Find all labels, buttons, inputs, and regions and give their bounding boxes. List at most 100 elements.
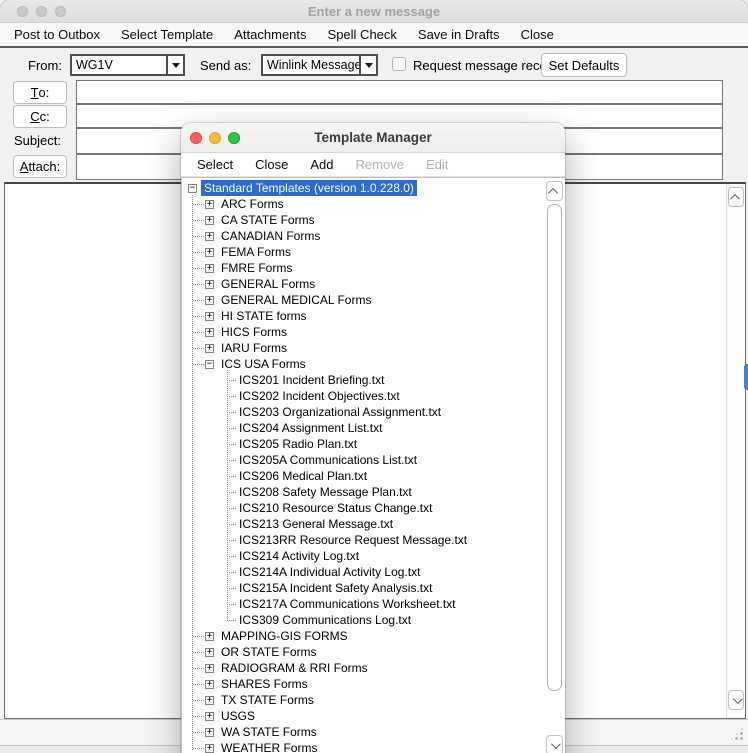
- expand-icon[interactable]: +: [205, 328, 214, 337]
- tree-item-label[interactable]: CA STATE Forms: [218, 212, 318, 228]
- tree-item-label[interactable]: ICS213 General Message.txt: [236, 516, 396, 532]
- tree-item-label[interactable]: ICS217A Communications Worksheet.txt: [236, 596, 459, 612]
- expand-icon[interactable]: +: [205, 216, 214, 225]
- tree-item-label[interactable]: ICS215A Incident Safety Analysis.txt: [236, 580, 435, 596]
- tree-item[interactable]: + OR STATE Forms: [183, 644, 544, 660]
- dialog-menu-item-select[interactable]: Select: [194, 156, 236, 173]
- tree-item[interactable]: ICS201 Incident Briefing.txt: [183, 372, 544, 388]
- tree-item[interactable]: ICS215A Incident Safety Analysis.txt: [183, 580, 544, 596]
- message-scrollbar[interactable]: [726, 184, 745, 718]
- tree-item-label[interactable]: ICS204 Assignment List.txt: [236, 420, 385, 436]
- expand-icon[interactable]: +: [205, 696, 214, 705]
- tree-item-label[interactable]: ICS208 Safety Message Plan.txt: [236, 484, 415, 500]
- tree-item[interactable]: + HI STATE forms: [183, 308, 544, 324]
- expand-icon[interactable]: +: [205, 232, 214, 241]
- expand-icon[interactable]: +: [205, 712, 214, 721]
- tree-item[interactable]: ICS217A Communications Worksheet.txt: [183, 596, 544, 612]
- attach-button[interactable]: Attach:: [13, 155, 67, 178]
- tree-item[interactable]: ICS213 General Message.txt: [183, 516, 544, 532]
- cc-button[interactable]: Cc:: [13, 105, 67, 128]
- from-combobox[interactable]: WG1V: [70, 54, 185, 76]
- expand-icon[interactable]: +: [205, 632, 214, 641]
- tree-item-label[interactable]: HICS Forms: [218, 324, 290, 340]
- tree-item[interactable]: −Standard Templates (version 1.0.228.0): [183, 180, 544, 196]
- tree-item-label[interactable]: MAPPING-GIS FORMS: [218, 628, 351, 644]
- scroll-down-button[interactable]: [546, 735, 563, 753]
- expand-icon[interactable]: +: [205, 280, 214, 289]
- to-button[interactable]: To:: [13, 81, 67, 104]
- tree-item[interactable]: ICS206 Medical Plan.txt: [183, 468, 544, 484]
- tree-item-label[interactable]: ICS214A Individual Activity Log.txt: [236, 564, 423, 580]
- tree-item-label[interactable]: WA STATE Forms: [218, 724, 320, 740]
- expand-icon[interactable]: +: [205, 648, 214, 657]
- menu-item-post-to-outbox[interactable]: Post to Outbox: [10, 25, 104, 44]
- tree-item[interactable]: ICS208 Safety Message Plan.txt: [183, 484, 544, 500]
- tree-item[interactable]: ICS214 Activity Log.txt: [183, 548, 544, 564]
- tree-item[interactable]: + ARC Forms: [183, 196, 544, 212]
- send-as-combobox[interactable]: Winlink Message: [261, 54, 378, 76]
- tree-item[interactable]: + TX STATE Forms: [183, 692, 544, 708]
- tree-item[interactable]: ICS214A Individual Activity Log.txt: [183, 564, 544, 580]
- expand-icon[interactable]: +: [205, 312, 214, 321]
- tree-item-label[interactable]: ICS213RR Resource Request Message.txt: [236, 532, 470, 548]
- collapse-icon[interactable]: −: [205, 360, 214, 369]
- dialog-menu-item-close[interactable]: Close: [252, 156, 291, 173]
- tree-item-label[interactable]: ICS210 Resource Status Change.txt: [236, 500, 435, 516]
- tree-item[interactable]: ICS213RR Resource Request Message.txt: [183, 532, 544, 548]
- tree-item[interactable]: ICS205A Communications List.txt: [183, 452, 544, 468]
- expand-icon[interactable]: +: [205, 344, 214, 353]
- tree-item[interactable]: −ICS USA Forms: [183, 356, 544, 372]
- tree-item[interactable]: + FMRE Forms: [183, 260, 544, 276]
- tree-item[interactable]: +FEMA Forms: [183, 244, 544, 260]
- set-defaults-button[interactable]: Set Defaults: [541, 53, 627, 77]
- tree-item-label[interactable]: ICS202 Incident Objectives.txt: [236, 388, 403, 404]
- tree-item-label[interactable]: Standard Templates (version 1.0.228.0): [201, 180, 417, 196]
- from-dropdown-button[interactable]: [166, 56, 183, 74]
- expand-icon[interactable]: +: [205, 680, 214, 689]
- tree-item[interactable]: +WEATHER Forms: [183, 740, 544, 753]
- tree-item[interactable]: ICS210 Resource Status Change.txt: [183, 500, 544, 516]
- tree-item-label[interactable]: TX STATE Forms: [218, 692, 317, 708]
- menu-item-close[interactable]: Close: [517, 25, 558, 44]
- dialog-menu-item-add[interactable]: Add: [307, 156, 336, 173]
- tree-item-label[interactable]: ARC Forms: [218, 196, 287, 212]
- tree-item[interactable]: + HICS Forms: [183, 324, 544, 340]
- expand-icon[interactable]: +: [205, 296, 214, 305]
- tree-item-label[interactable]: ICS USA Forms: [218, 356, 309, 372]
- tree-item-label[interactable]: FMRE Forms: [218, 260, 295, 276]
- tree-item[interactable]: ICS204 Assignment List.txt: [183, 420, 544, 436]
- tree-item-label[interactable]: ICS214 Activity Log.txt: [236, 548, 362, 564]
- expand-icon[interactable]: +: [205, 200, 214, 209]
- tree-item[interactable]: + USGS: [183, 708, 544, 724]
- tree-item-label[interactable]: IARU Forms: [218, 340, 290, 356]
- expand-icon[interactable]: +: [205, 664, 214, 673]
- scroll-up-button[interactable]: [728, 187, 744, 207]
- tree-item[interactable]: + IARU Forms: [183, 340, 544, 356]
- tree-item-label[interactable]: HI STATE forms: [218, 308, 310, 324]
- tree-item[interactable]: + CA STATE Forms: [183, 212, 544, 228]
- tree-item[interactable]: + GENERAL Forms: [183, 276, 544, 292]
- expand-icon[interactable]: +: [205, 744, 214, 753]
- tree-item[interactable]: ICS203 Organizational Assignment.txt: [183, 404, 544, 420]
- tree-item[interactable]: +GENERAL MEDICAL Forms: [183, 292, 544, 308]
- tree-item[interactable]: +CANADIAN Forms: [183, 228, 544, 244]
- tree-item-label[interactable]: OR STATE Forms: [218, 644, 320, 660]
- menu-item-attachments[interactable]: Attachments: [230, 25, 310, 44]
- expand-icon[interactable]: +: [205, 264, 214, 273]
- menu-item-spell-check[interactable]: Spell Check: [324, 25, 401, 44]
- scrollbar-thumb[interactable]: [547, 204, 562, 691]
- tree-item[interactable]: ICS202 Incident Objectives.txt: [183, 388, 544, 404]
- request-receipt-checkbox[interactable]: [392, 57, 406, 71]
- tree-item[interactable]: + MAPPING-GIS FORMS: [183, 628, 544, 644]
- tree-item-label[interactable]: ICS309 Communications Log.txt: [236, 612, 414, 628]
- tree-item-label[interactable]: USGS: [218, 708, 258, 724]
- menu-item-select-template[interactable]: Select Template: [117, 25, 217, 44]
- window-scrollbar-thumb[interactable]: [744, 364, 748, 390]
- tree-item-label[interactable]: GENERAL Forms: [218, 276, 318, 292]
- send-as-dropdown-button[interactable]: [359, 56, 376, 74]
- menu-item-save-in-drafts[interactable]: Save in Drafts: [414, 25, 504, 44]
- tree-item-label[interactable]: ICS205A Communications List.txt: [236, 452, 420, 468]
- scroll-down-button[interactable]: [728, 690, 744, 710]
- tree-item-label[interactable]: ICS206 Medical Plan.txt: [236, 468, 370, 484]
- collapse-icon[interactable]: −: [188, 184, 197, 193]
